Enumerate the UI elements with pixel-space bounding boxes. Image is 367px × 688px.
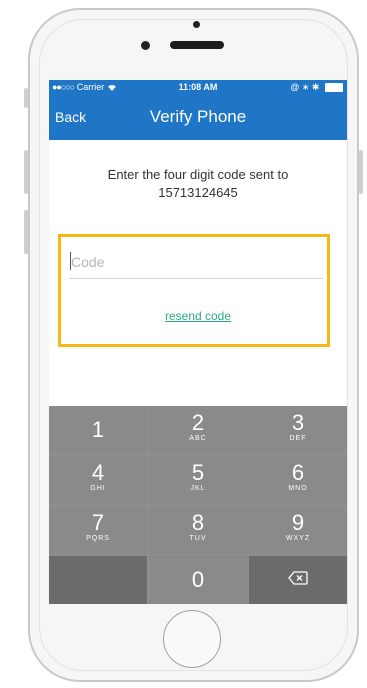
key-8-letters: TUV: [189, 535, 207, 542]
key-3[interactable]: 3 DEF: [249, 406, 347, 454]
mute-switch: [24, 88, 28, 108]
numeric-keypad: 1 2 ABC 3 DEF 4 GHI 5 JKL 6 MNO 7 PQRS 8…: [49, 406, 347, 604]
page-title: Verify Phone: [149, 107, 247, 126]
key-7-digit: 7: [91, 510, 105, 535]
resend-code-link[interactable]: resend code: [49, 309, 347, 323]
key-9[interactable]: 9 WXYZ: [249, 506, 347, 554]
key-9-letters: WXYZ: [285, 535, 311, 542]
text-cursor: [70, 252, 71, 270]
phone-number: 15713124645: [158, 185, 238, 200]
key-5-letters: JKL: [190, 485, 206, 492]
key-8-digit: 8: [191, 510, 205, 535]
key-4-letters: GHI: [90, 485, 106, 492]
key-6-digit: 6: [291, 460, 305, 485]
key-7[interactable]: 7 PQRS: [49, 506, 147, 554]
key-blank: [49, 556, 147, 604]
home-button[interactable]: [163, 610, 221, 668]
key-7-letters: PQRS: [86, 535, 110, 542]
key-3-digit: 3: [291, 410, 305, 435]
key-8[interactable]: 8 TUV: [149, 506, 247, 554]
key-5-digit: 5: [191, 460, 205, 485]
power-button: [359, 150, 363, 194]
key-4[interactable]: 4 GHI: [49, 456, 147, 504]
status-right: @ ∗ ✱: [290, 80, 343, 94]
prompt-text: Enter the four digit code sent to: [107, 167, 289, 182]
front-camera: [141, 41, 150, 50]
key-2[interactable]: 2 ABC: [149, 406, 247, 454]
key-0[interactable]: 0: [149, 556, 247, 604]
key-5[interactable]: 5 JKL: [149, 456, 247, 504]
delete-key[interactable]: [249, 556, 347, 604]
code-input[interactable]: [69, 246, 323, 279]
key-1[interactable]: 1: [49, 406, 147, 454]
battery-icon: [325, 83, 343, 93]
key-6-letters: MNO: [288, 485, 308, 492]
sensor-dot: [193, 21, 200, 28]
status-icons: @ ∗ ✱: [290, 82, 320, 92]
volume-down-button: [24, 210, 28, 254]
key-6[interactable]: 6 MNO: [249, 456, 347, 504]
key-3-letters: DEF: [289, 435, 307, 442]
status-bar: ●●○○○ Carrier 11:08 AM @ ∗ ✱: [49, 80, 347, 94]
key-2-letters: ABC: [189, 435, 207, 442]
key-4-digit: 4: [91, 460, 105, 485]
volume-up-button: [24, 150, 28, 194]
verification-prompt: Enter the four digit code sent to 157131…: [49, 166, 347, 202]
key-1-digit: 1: [91, 417, 105, 442]
earpiece-speaker: [170, 41, 224, 49]
navigation-bar: Back Verify Phone: [49, 94, 347, 140]
key-9-digit: 9: [291, 510, 305, 535]
key-0-digit: 0: [191, 567, 205, 592]
backspace-icon: [288, 571, 308, 585]
key-2-digit: 2: [191, 410, 205, 435]
phone-screen: ●●○○○ Carrier 11:08 AM @ ∗ ✱ Back Verify…: [49, 80, 347, 604]
